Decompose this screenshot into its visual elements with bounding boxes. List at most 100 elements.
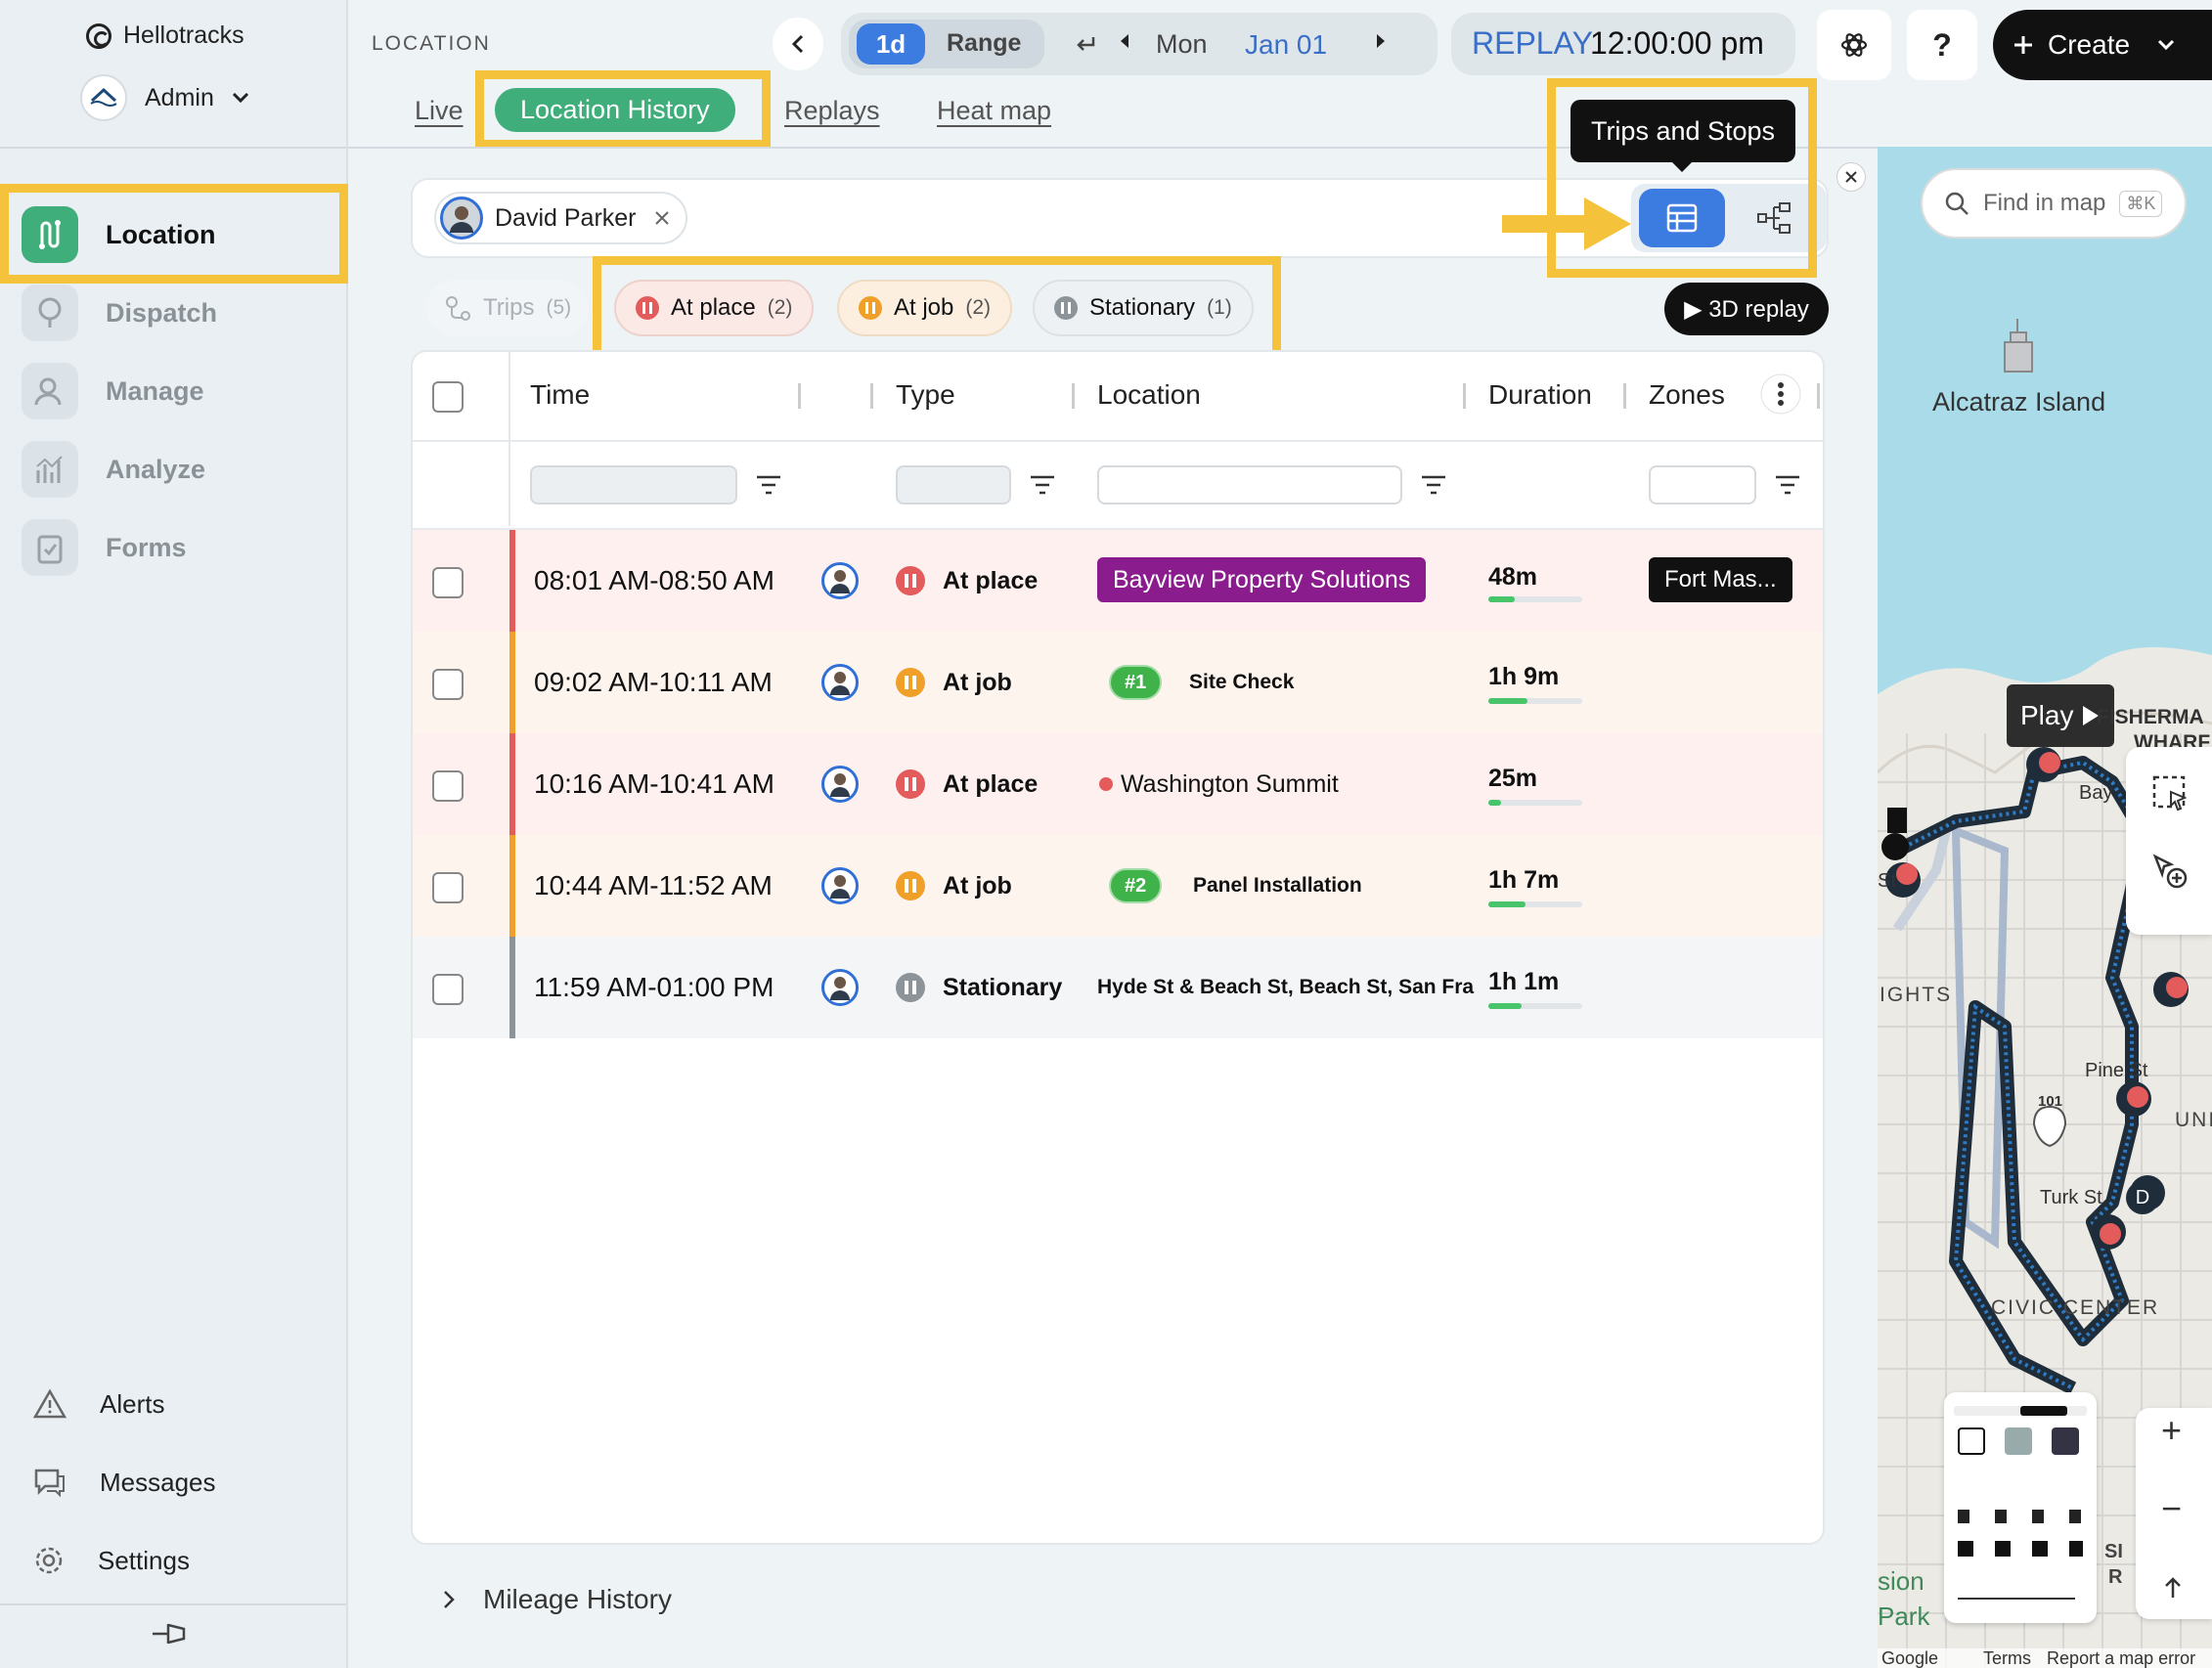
row-checkbox[interactable] <box>432 974 464 1005</box>
pin-sidebar-icon[interactable] <box>151 1619 188 1648</box>
table-row[interactable]: 10:44 AM-11:52 AM At job #2 Panel Instal… <box>413 835 1823 937</box>
map-layers-panel[interactable] <box>1944 1392 2097 1623</box>
job-number-badge: #1 <box>1109 665 1163 700</box>
table-row[interactable]: 09:02 AM-10:11 AM At job #1 Site Check 1… <box>413 632 1823 733</box>
row-location[interactable]: Panel Installation <box>1193 874 1362 898</box>
sidebar-item-label: Location <box>106 219 216 249</box>
map-search-input[interactable]: Find in map ⌘K <box>1921 168 2187 239</box>
sidebar-item-settings[interactable]: Settings <box>33 1545 190 1576</box>
location-filter-input[interactable] <box>1097 465 1402 505</box>
column-resizer[interactable] <box>1463 383 1466 409</box>
zoom-out-button[interactable]: − <box>2161 1488 2182 1529</box>
chip-at-job[interactable]: At job (2) <box>837 280 1013 336</box>
row-location[interactable]: Hyde St & Beach St, Beach St, San Fra <box>1097 976 1488 999</box>
range-button[interactable]: Range <box>947 29 1021 58</box>
column-header-time[interactable]: Time <box>530 379 590 411</box>
row-duration: 25m <box>1488 765 1538 792</box>
filter-icon[interactable] <box>1774 473 1801 497</box>
row-time: 10:16 AM-10:41 AM <box>534 768 774 799</box>
sidebar-item-alerts[interactable]: Alerts <box>33 1388 164 1420</box>
terms-link[interactable]: Terms <box>1983 1648 2031 1668</box>
add-point-icon[interactable] <box>2151 853 2190 892</box>
row-checkbox[interactable] <box>432 669 464 700</box>
tab-replays[interactable]: Replays <box>784 96 880 126</box>
column-resizer[interactable] <box>1072 383 1075 409</box>
chip-at-place[interactable]: At place (2) <box>614 280 815 336</box>
column-header-type[interactable]: Type <box>896 379 955 411</box>
row-duration: 1h 1m <box>1488 968 1560 995</box>
place-badge[interactable]: Bayview Property Solutions <box>1097 557 1427 602</box>
column-resizer[interactable] <box>870 383 873 409</box>
person-chip[interactable]: David Parker <box>434 192 687 244</box>
filter-icon[interactable] <box>755 473 782 497</box>
row-location[interactable]: Washington Summit <box>1121 770 1339 799</box>
return-icon[interactable] <box>1074 31 1097 55</box>
tab-live[interactable]: Live <box>415 96 464 126</box>
column-resizer[interactable] <box>1623 383 1626 409</box>
tab-heat-map[interactable]: Heat map <box>937 96 1051 126</box>
tab-location-history[interactable]: Location History <box>495 88 735 132</box>
range-1d-button[interactable]: 1d <box>857 23 925 65</box>
mileage-label: Mileage History <box>483 1584 672 1614</box>
table-row[interactable]: 11:59 AM-01:00 PM Stationary Hyde St & B… <box>413 937 1823 1038</box>
close-panel-button[interactable] <box>1836 162 1866 192</box>
ai-assistant-button[interactable] <box>1817 10 1891 80</box>
chip-count: (5) <box>546 296 572 319</box>
type-filter-input[interactable] <box>896 465 1011 505</box>
compass-icon[interactable] <box>2163 1576 2183 1600</box>
row-checkbox[interactable] <box>432 567 464 598</box>
row-checkbox[interactable] <box>432 770 464 802</box>
sidebar-item-manage[interactable]: Manage <box>22 362 325 420</box>
select-all-checkbox[interactable] <box>432 381 464 413</box>
lasso-select-icon[interactable] <box>2151 774 2190 813</box>
sidebar-item-location[interactable]: Location <box>22 205 325 264</box>
zoom-in-button[interactable]: + <box>2161 1410 2182 1451</box>
mileage-history-toggle[interactable]: Mileage History <box>442 1584 672 1615</box>
column-header-location[interactable]: Location <box>1097 379 1201 411</box>
close-icon[interactable] <box>654 210 670 226</box>
time-filter-input[interactable] <box>530 465 737 505</box>
account-switcher[interactable]: Admin <box>80 74 249 121</box>
map[interactable]: Find in map ⌘K Alcatraz Island Play FISH… <box>1878 147 2212 1668</box>
pause-icon <box>896 871 925 900</box>
column-header-duration[interactable]: Duration <box>1488 379 1592 411</box>
date-label[interactable]: Jan 01 <box>1245 29 1327 61</box>
row-location[interactable]: Site Check <box>1189 671 1294 694</box>
chip-trips[interactable]: Trips (5) <box>426 280 590 336</box>
more-vertical-icon[interactable] <box>1760 373 1801 415</box>
sidebar-item-messages[interactable]: Messages <box>33 1467 216 1498</box>
create-button[interactable]: Create <box>1993 10 2212 80</box>
sidebar-item-analyze[interactable]: Analyze <box>22 440 325 499</box>
filter-icon[interactable] <box>1420 473 1447 497</box>
chip-stationary[interactable]: Stationary (1) <box>1033 280 1254 336</box>
caret-right-icon[interactable] <box>1375 33 1387 49</box>
sidebar-item-dispatch[interactable]: Dispatch <box>22 284 325 342</box>
job-number-badge: #2 <box>1109 868 1163 903</box>
help-button[interactable]: ? <box>1907 10 1977 80</box>
report-map-error-link[interactable]: Report a map error <box>2047 1648 2195 1668</box>
row-checkbox[interactable] <box>432 872 464 903</box>
column-resizer[interactable] <box>798 383 801 409</box>
prev-day-button[interactable] <box>773 18 823 70</box>
pause-icon <box>896 668 925 697</box>
map-label-street: Pine St <box>2085 1060 2148 1081</box>
zones-filter-input[interactable] <box>1649 465 1756 505</box>
destination-marker[interactable]: D <box>2126 1181 2159 1214</box>
row-duration: 48m <box>1488 563 1538 591</box>
column-resizer[interactable] <box>1817 383 1820 409</box>
account-name: Admin <box>145 83 214 111</box>
trips-and-stops-button[interactable] <box>1639 189 1725 247</box>
zone-badge[interactable]: Fort Mas... <box>1649 557 1792 602</box>
filter-icon[interactable] <box>1029 473 1056 497</box>
tree-view-icon[interactable] <box>1756 201 1792 235</box>
column-header-zones[interactable]: Zones <box>1649 379 1725 411</box>
avatar <box>821 969 859 1006</box>
table-row[interactable]: 10:16 AM-10:41 AM At place Washington Su… <box>413 733 1823 835</box>
3d-replay-button[interactable]: ▶ 3D replay <box>1664 283 1829 335</box>
sidebar-item-label: Messages <box>100 1467 216 1497</box>
sidebar-item-forms[interactable]: Forms <box>22 518 325 577</box>
clipboard-icon <box>22 519 78 576</box>
row-color-bar <box>509 835 515 937</box>
table-row[interactable]: 08:01 AM-08:50 AM At place Bayview Prope… <box>413 530 1823 632</box>
caret-left-icon[interactable] <box>1119 33 1130 49</box>
